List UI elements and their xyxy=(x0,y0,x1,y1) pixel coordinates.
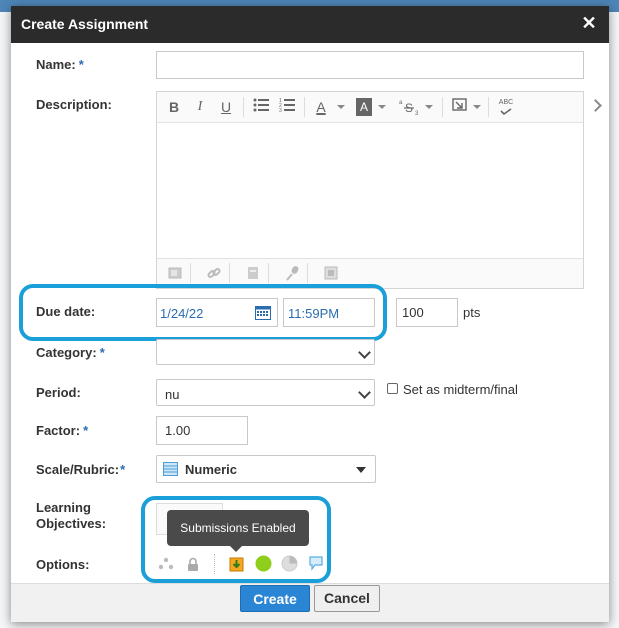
due-date-input[interactable]: 1/24/22 xyxy=(156,298,278,327)
create-button[interactable]: Create xyxy=(240,585,310,612)
name-label-text: Name: xyxy=(36,57,76,72)
toolbar-separator xyxy=(190,263,191,283)
font-color-button[interactable]: A xyxy=(313,98,329,116)
toolbar-separator xyxy=(268,263,269,283)
group-icon[interactable] xyxy=(158,557,174,574)
image-icon[interactable] xyxy=(323,265,339,281)
spellcheck-label: ABC xyxy=(498,99,514,106)
toolbar-separator xyxy=(307,263,308,283)
caret-down-icon xyxy=(356,467,366,473)
dialog-footer xyxy=(11,583,609,622)
submissions-enabled-tooltip: Submissions Enabled xyxy=(167,510,309,552)
period-select[interactable]: nu xyxy=(156,379,375,406)
link-icon[interactable] xyxy=(206,265,222,281)
points-unit: pts xyxy=(463,305,481,320)
factor-label: Factor: * xyxy=(36,423,88,438)
description-label: Description: xyxy=(36,97,112,112)
toolbar-separator xyxy=(243,97,244,117)
category-label-text: Category: xyxy=(36,345,97,360)
underline-button[interactable]: U xyxy=(219,98,233,116)
midterm-checkbox[interactable] xyxy=(387,383,398,394)
lock-icon[interactable] xyxy=(186,557,200,575)
required-mark: * xyxy=(78,57,84,72)
create-assignment-dialog: Create Assignment ✕ Name: * Description: … xyxy=(11,6,609,622)
editor-toolbar: B I U 123 A A aS3 ABC xyxy=(157,92,583,123)
chevron-down-icon xyxy=(358,346,371,359)
font-color-dropdown-icon[interactable] xyxy=(337,105,345,109)
period-value: nu xyxy=(165,387,180,402)
objectives-label-line2: Objectives: xyxy=(36,516,107,531)
scale-rubric-select[interactable]: Numeric xyxy=(156,455,376,483)
objectives-label: Learning Objectives: xyxy=(36,500,106,532)
toolbar-separator xyxy=(442,97,443,117)
due-time-input[interactable]: 11:59PM xyxy=(283,298,375,327)
factor-label-text: Factor: xyxy=(36,423,81,438)
italic-button[interactable]: I xyxy=(193,98,207,116)
file-icon[interactable] xyxy=(245,265,261,281)
comment-icon[interactable] xyxy=(308,555,324,574)
options-label: Options: xyxy=(36,557,90,572)
calendar-icon[interactable] xyxy=(255,305,271,323)
category-label: Category: * xyxy=(36,345,105,360)
numbered-list-icon[interactable]: 123 xyxy=(278,98,296,116)
toolbar-separator xyxy=(488,97,489,117)
svg-text:3: 3 xyxy=(415,111,419,116)
svg-text:a: a xyxy=(399,100,403,106)
chevron-right-icon[interactable] xyxy=(589,99,602,112)
midterm-label: Set as midterm/final xyxy=(403,382,518,397)
insert-dropdown-icon[interactable] xyxy=(473,105,481,109)
required-mark: * xyxy=(99,345,105,360)
bold-button[interactable]: B xyxy=(167,98,181,116)
options-separator xyxy=(214,554,216,574)
insert-icon[interactable] xyxy=(451,98,469,116)
highlight-color-button[interactable]: A xyxy=(356,98,372,116)
due-time-value: 11:59PM xyxy=(288,306,340,321)
chevron-down-icon xyxy=(358,386,371,399)
due-date-value: 1/24/22 xyxy=(160,306,204,321)
submissions-enabled-icon[interactable] xyxy=(229,557,244,575)
scale-label: Scale/Rubric:* xyxy=(36,462,125,477)
svg-text:3: 3 xyxy=(279,108,282,112)
factor-input[interactable]: 1.00 xyxy=(156,416,248,445)
spellcheck-icon[interactable]: ABC xyxy=(495,98,517,116)
close-icon[interactable]: ✕ xyxy=(580,13,598,33)
cancel-button[interactable]: Cancel xyxy=(314,585,380,612)
scale-label-text: Scale/Rubric: xyxy=(36,462,120,477)
dialog-title: Create Assignment xyxy=(21,16,149,32)
name-label: Name: * xyxy=(36,57,84,72)
required-mark: * xyxy=(120,462,126,477)
points-input[interactable]: 100 xyxy=(396,298,458,327)
description-editor[interactable]: B I U 123 A A aS3 ABC xyxy=(156,91,584,289)
toolbar-separator xyxy=(304,97,305,117)
microphone-icon[interactable] xyxy=(284,265,300,281)
pie-chart-icon[interactable] xyxy=(281,555,298,575)
category-select[interactable] xyxy=(156,339,375,365)
embed-icon[interactable] xyxy=(167,265,183,281)
bullet-list-icon[interactable] xyxy=(252,98,270,116)
dialog-titlebar: Create Assignment ✕ xyxy=(11,6,609,43)
format-dropdown-icon[interactable] xyxy=(425,105,433,109)
strikethrough-subscript-icon[interactable]: aS3 xyxy=(399,98,421,117)
numeric-scale-icon xyxy=(163,462,178,479)
required-mark: * xyxy=(83,423,89,438)
toolbar-separator xyxy=(229,263,230,283)
status-green-icon[interactable] xyxy=(255,555,272,575)
name-input[interactable] xyxy=(156,51,584,79)
due-date-label: Due date: xyxy=(36,304,96,319)
scale-value: Numeric xyxy=(185,462,238,477)
objectives-label-line1: Learning xyxy=(36,500,91,515)
period-label: Period: xyxy=(36,385,81,400)
highlight-dropdown-icon[interactable] xyxy=(378,105,386,109)
